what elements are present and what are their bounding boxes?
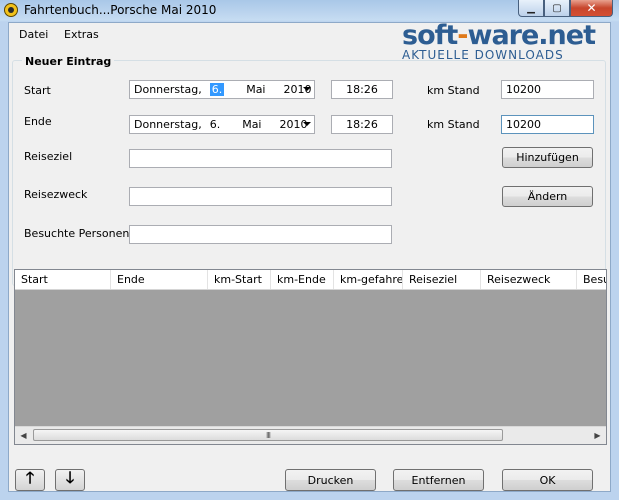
horizontal-scrollbar[interactable]: ◀ III ▶ <box>15 426 606 444</box>
caption-buttons: ▁ ▢ ✕ <box>518 0 613 18</box>
minimize-button[interactable]: ▁ <box>518 0 544 17</box>
ende-day[interactable]: 6. <box>210 118 221 131</box>
scroll-thumb[interactable]: III <box>33 429 503 441</box>
start-label: Start <box>24 84 51 97</box>
print-button[interactable]: Drucken <box>285 469 376 491</box>
arrow-down-icon: 🡓 <box>65 467 75 487</box>
start-weekday: Donnerstag, <box>134 83 202 96</box>
add-button[interactable]: Hinzufügen <box>502 147 593 168</box>
col-reiseziel[interactable]: Reiseziel <box>403 270 481 289</box>
personen-label: Besuchte Personen <box>24 227 130 240</box>
scroll-right-icon[interactable]: ▶ <box>589 427 606 444</box>
table-header: Start Ende km-Start km-Ende km-gefahren … <box>15 270 606 290</box>
move-up-button[interactable]: 🡑 <box>15 467 45 491</box>
client-area: Datei Extras Neuer Eintrag Start Donners… <box>8 22 611 492</box>
edit-button[interactable]: Ändern <box>502 186 593 207</box>
reiseziel-input[interactable] <box>129 149 392 168</box>
col-km-start[interactable]: km-Start <box>208 270 271 289</box>
thumb-grip: III <box>265 430 271 440</box>
km-stand-start-label: km Stand <box>427 84 480 97</box>
close-icon: ✕ <box>586 1 597 15</box>
ende-time-field[interactable]: 18:26 <box>331 115 393 134</box>
minimize-icon: ▁ <box>527 2 535 14</box>
menu-bar: Datei Extras <box>9 23 610 43</box>
menu-datei[interactable]: Datei <box>19 28 48 41</box>
group-title: Neuer Eintrag <box>22 55 115 68</box>
col-start[interactable]: Start <box>15 270 111 289</box>
ende-month: Mai <box>242 118 262 131</box>
reisezweck-input[interactable] <box>129 187 392 206</box>
move-down-button[interactable]: 🡓 <box>55 467 85 491</box>
personen-input[interactable] <box>129 225 392 244</box>
ende-weekday: Donnerstag, <box>134 118 202 131</box>
reisezweck-label: Reisezweck <box>24 188 88 201</box>
col-km-ende[interactable]: km-Ende <box>271 270 334 289</box>
window-frame: Fahrtenbuch...Porsche Mai 2010 ▁ ▢ ✕ Dat… <box>0 0 619 500</box>
km-stand-ende-label: km Stand <box>427 118 480 131</box>
scroll-left-icon[interactable]: ◀ <box>15 427 32 444</box>
chevron-down-icon[interactable] <box>303 87 311 91</box>
start-date-picker[interactable]: Donnerstag, 6. Mai 2010 <box>129 80 315 99</box>
close-button[interactable]: ✕ <box>570 0 613 17</box>
window-title: Fahrtenbuch...Porsche Mai 2010 <box>24 3 217 17</box>
remove-button[interactable]: Entfernen <box>393 469 484 491</box>
start-month: Mai <box>246 83 266 96</box>
ok-button[interactable]: OK <box>502 469 593 491</box>
arrow-up-icon: 🡑 <box>25 467 35 487</box>
km-stand-start-field[interactable]: 10200 <box>501 80 594 99</box>
col-reisezweck[interactable]: Reisezweck <box>481 270 577 289</box>
ende-label: Ende <box>24 115 52 128</box>
ende-date-picker[interactable]: Donnerstag, 6. Mai 2010 <box>129 115 315 134</box>
start-time-field[interactable]: 18:26 <box>331 80 393 99</box>
col-ende[interactable]: Ende <box>111 270 208 289</box>
title-bar[interactable]: Fahrtenbuch...Porsche Mai 2010 ▁ ▢ ✕ <box>0 0 619 22</box>
col-besuchte-personen[interactable]: Besu <box>577 270 606 289</box>
maximize-button[interactable]: ▢ <box>544 0 570 17</box>
trips-table[interactable]: Start Ende km-Start km-Ende km-gefahren … <box>14 269 607 445</box>
start-day[interactable]: 6. <box>209 83 225 96</box>
col-km-gefahren[interactable]: km-gefahren <box>334 270 403 289</box>
app-icon <box>4 3 18 17</box>
maximize-icon: ▢ <box>552 2 562 14</box>
menu-extras[interactable]: Extras <box>64 28 99 41</box>
chevron-down-icon[interactable] <box>303 122 311 126</box>
km-stand-ende-field[interactable]: 10200 <box>501 115 594 134</box>
reiseziel-label: Reiseziel <box>24 150 73 163</box>
